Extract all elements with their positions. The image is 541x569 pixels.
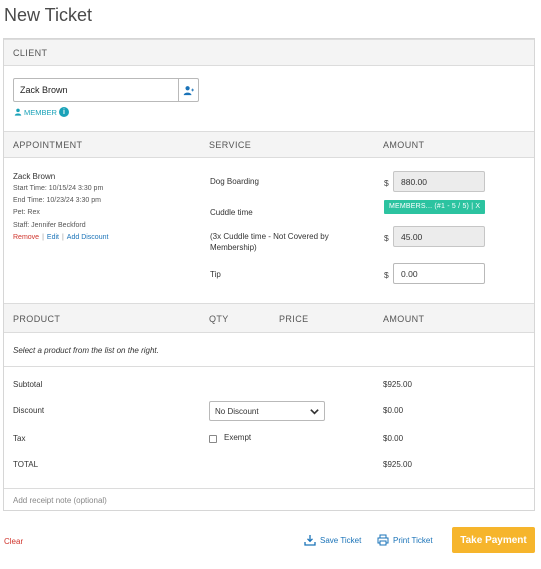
download-icon (304, 535, 316, 546)
totals-divider (4, 366, 534, 367)
exempt-label: Exempt (224, 433, 252, 442)
client-field[interactable]: Zack Brown (13, 78, 199, 102)
receipt-note-field[interactable]: Add receipt note (optional) (4, 488, 534, 510)
discount-select-value: No Discount (215, 407, 259, 416)
discount-select[interactable]: No Discount (209, 401, 325, 421)
remove-link[interactable]: Remove (13, 234, 39, 241)
currency-symbol: $ (384, 233, 389, 243)
save-ticket-button[interactable]: Save Ticket (304, 534, 361, 546)
service-cuddle-not-covered: (3x Cuddle time - Not Covered by Members… (210, 232, 329, 252)
membership-pill[interactable]: MEMBERS... (#1 - 5 / 5) | X (384, 200, 486, 214)
total-label: TOTAL (13, 460, 39, 469)
clear-button[interactable]: Clear (4, 537, 23, 546)
tax-label: Tax (13, 434, 26, 443)
service-dog-boarding: Dog Boarding (210, 177, 259, 186)
link-separator: | (42, 234, 44, 241)
appointment-client-name: Zack Brown (13, 172, 56, 181)
appointment-end-time: End Time: 10/23/24 3:30 pm (13, 197, 101, 204)
qty-header: QTY (209, 314, 229, 324)
ticket-panel: CLIENT Zack Brown MEMBER i APPOINTMENT S… (3, 38, 535, 511)
client-section-header: CLIENT (4, 39, 534, 66)
printer-icon (377, 534, 389, 546)
subtotal-label: Subtotal (13, 380, 43, 389)
product-amount-header: AMOUNT (383, 314, 425, 324)
person-icon (14, 108, 22, 116)
product-empty-message: Select a product from the list on the ri… (13, 346, 159, 355)
print-ticket-label: Print Ticket (393, 535, 433, 545)
service-cuddle-time: Cuddle time (210, 208, 253, 217)
add-client-button[interactable] (178, 79, 198, 101)
boarding-amount-field[interactable]: 880.00 (393, 171, 485, 192)
exempt-checkbox[interactable] (209, 435, 217, 443)
product-section-header: PRODUCT QTY PRICE AMOUNT (4, 303, 534, 333)
page-title: New Ticket (4, 5, 93, 25)
client-name-value: Zack Brown (20, 85, 68, 95)
total-value: $925.00 (383, 460, 412, 469)
price-header: PRICE (279, 314, 309, 324)
info-icon[interactable]: i (58, 107, 69, 117)
member-badge-label: MEMBER (24, 107, 57, 117)
add-user-icon (183, 85, 194, 95)
product-header: PRODUCT (13, 314, 61, 324)
tip-input[interactable]: 0.00 (393, 263, 485, 284)
currency-symbol: $ (384, 178, 389, 188)
save-ticket-label: Save Ticket (320, 535, 362, 545)
edit-link[interactable]: Edit (47, 234, 59, 241)
discount-value: $0.00 (383, 406, 404, 415)
receipt-note-placeholder: Add receipt note (optional) (13, 496, 107, 505)
cuddle-amount-field[interactable]: 45.00 (393, 226, 485, 247)
add-discount-link[interactable]: Add Discount (67, 234, 109, 241)
appointment-start-time: Start Time: 10/15/24 3:30 pm (13, 185, 104, 192)
currency-symbol: $ (384, 270, 389, 280)
take-payment-button[interactable]: Take Payment (452, 527, 535, 553)
link-separator: | (61, 234, 64, 241)
member-badge[interactable]: MEMBER i (14, 105, 69, 119)
appointment-pet: Pet: Rex (13, 209, 40, 216)
client-header: CLIENT (13, 48, 48, 58)
print-ticket-button[interactable]: Print Ticket (377, 534, 433, 546)
appointment-section-header: APPOINTMENT SERVICE AMOUNT (4, 131, 534, 158)
discount-label: Discount (13, 406, 45, 415)
service-header: SERVICE (209, 140, 252, 150)
appointment-staff: Staff: Jennifer Beckford (13, 222, 86, 229)
chevron-down-icon (310, 409, 319, 415)
tax-value: $0.00 (383, 434, 404, 443)
subtotal-value: $925.00 (383, 380, 412, 389)
service-tip: Tip (210, 270, 221, 279)
appointment-header: APPOINTMENT (13, 140, 83, 150)
amount-header: AMOUNT (383, 140, 425, 150)
appointment-actions: Remove | Edit | Add Discount (13, 232, 108, 243)
